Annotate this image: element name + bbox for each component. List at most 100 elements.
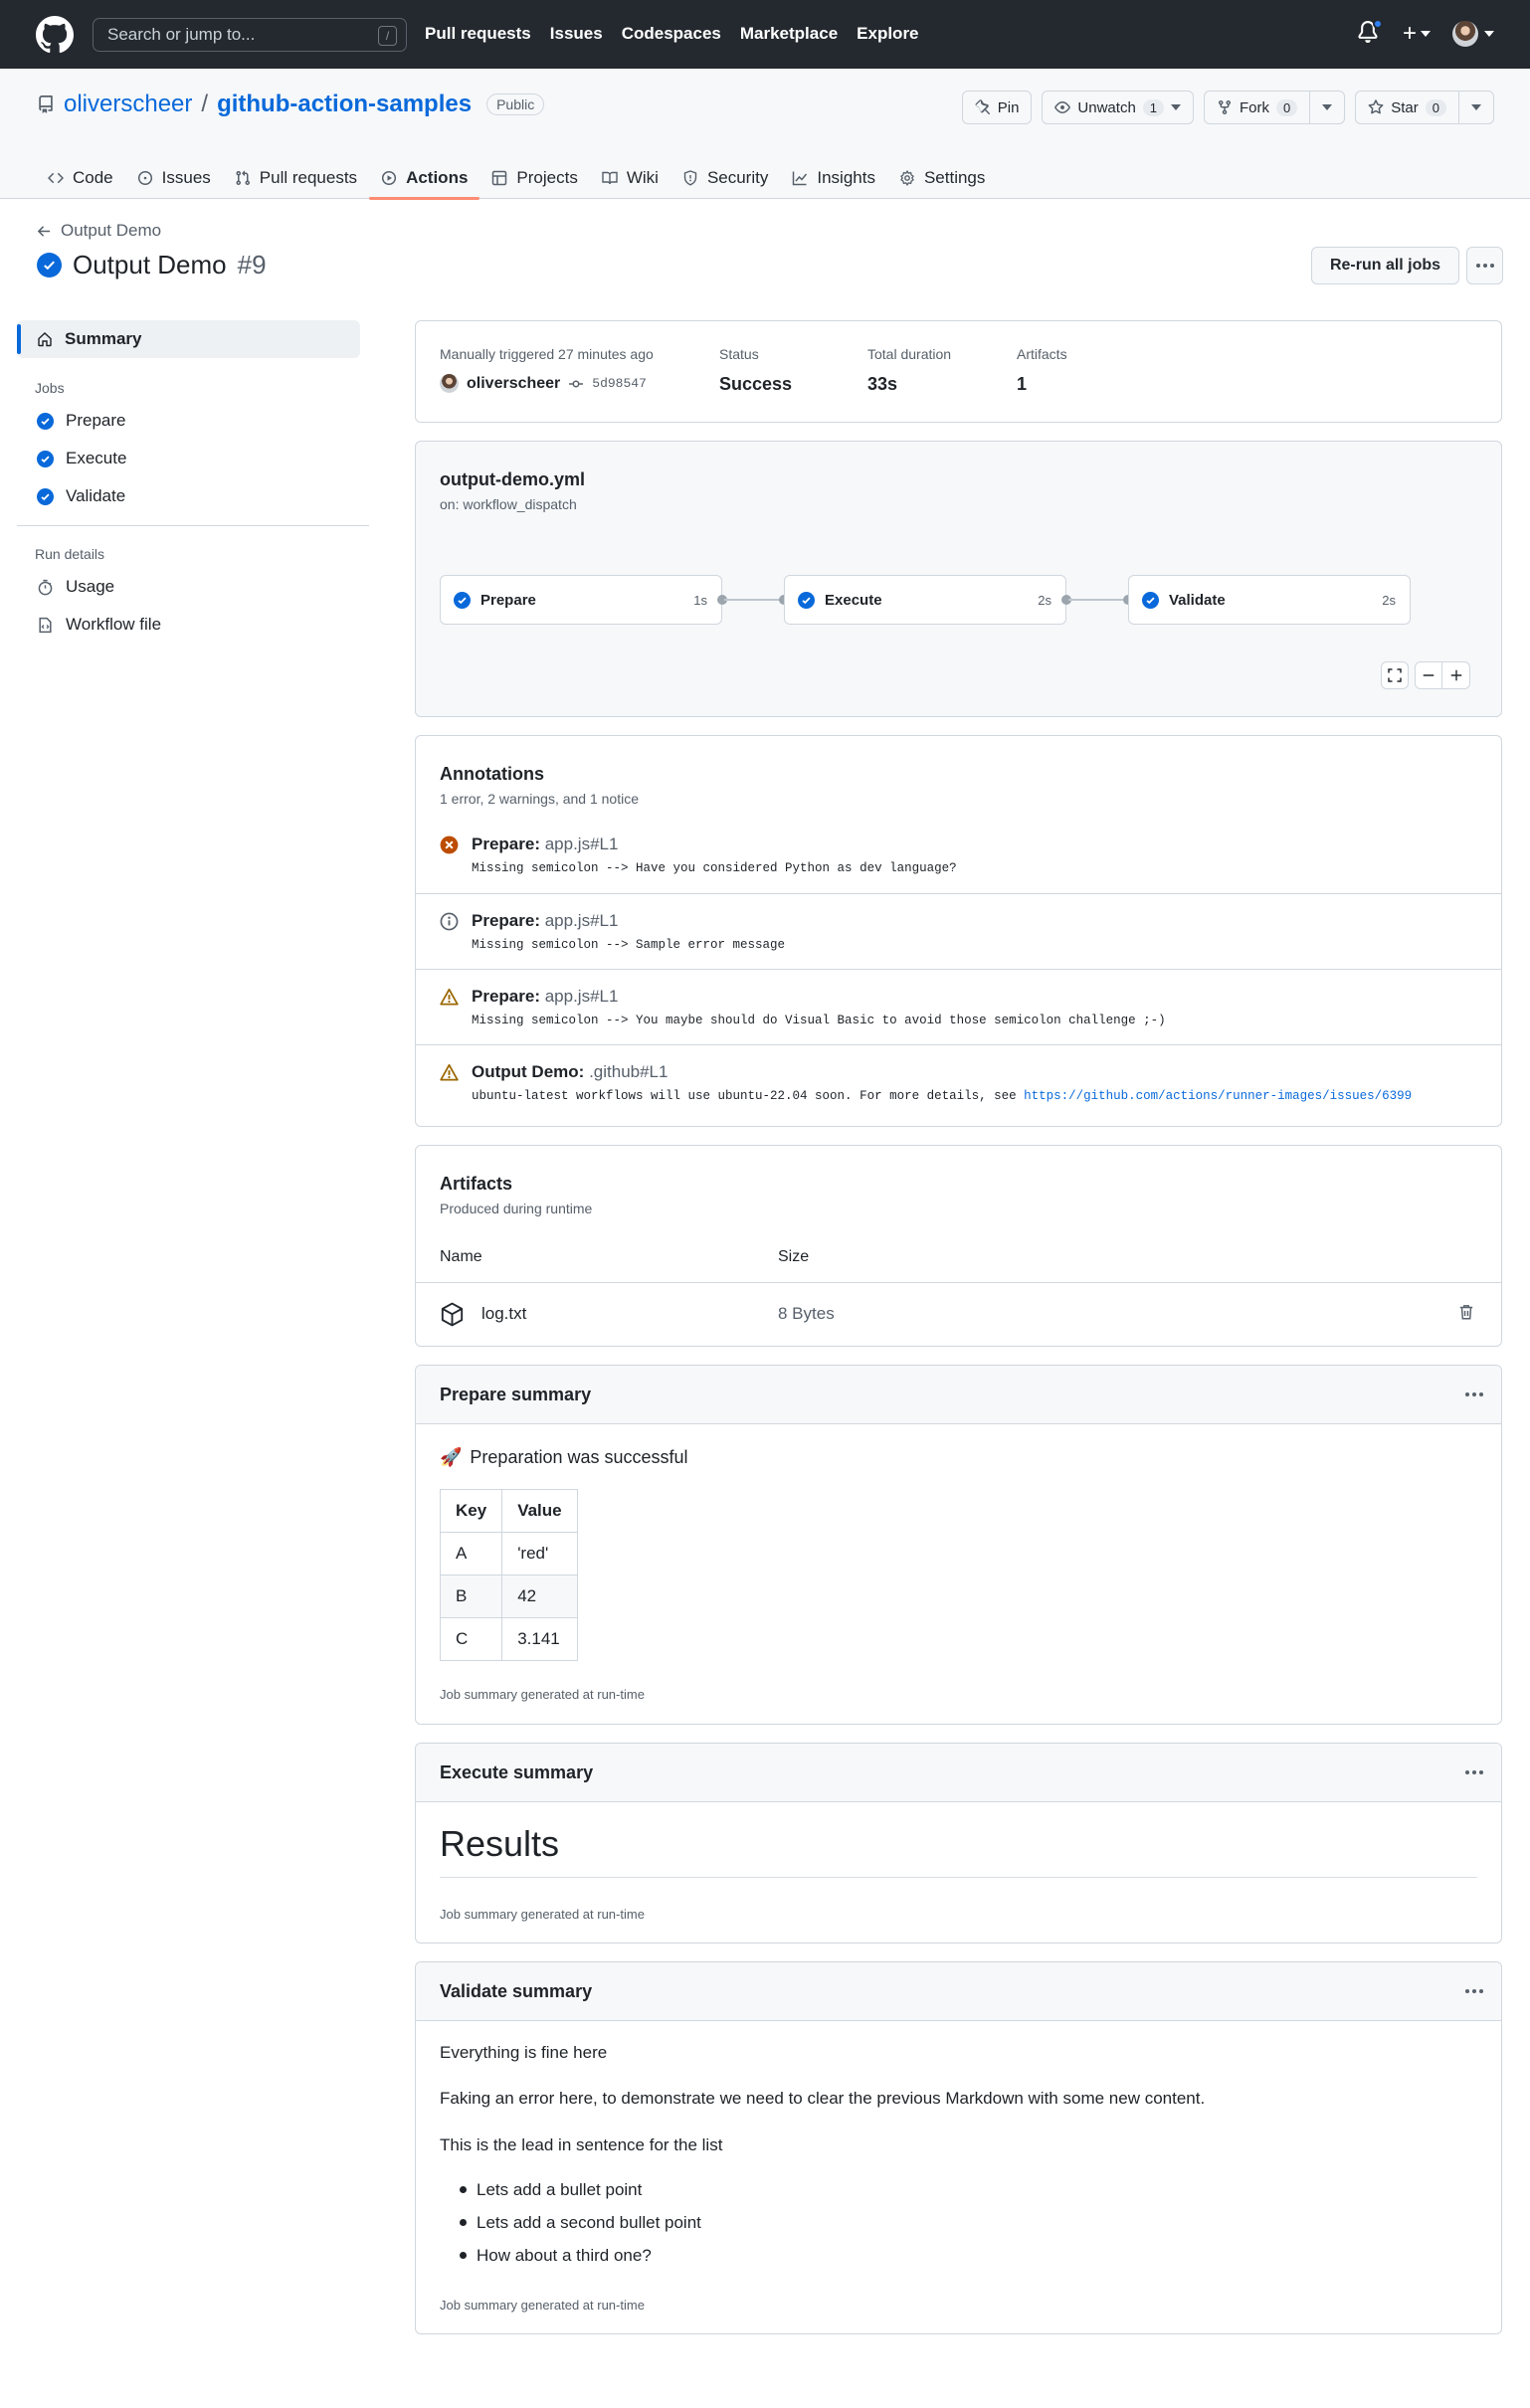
- fork-dropdown[interactable]: [1309, 92, 1344, 123]
- annotation-item-notice[interactable]: Prepare: app.js#L1 Missing semicolon -->…: [416, 893, 1501, 968]
- more-options-button[interactable]: [1466, 247, 1503, 284]
- summary-footer: Job summary generated at run-time: [440, 1687, 645, 1702]
- user-menu-button[interactable]: [1452, 21, 1494, 47]
- sidebar-item-workflow-file[interactable]: Workflow file: [17, 606, 369, 644]
- commit-sha-link[interactable]: 5d98547: [592, 376, 647, 391]
- annotation-message: Missing semicolon --> You maybe should d…: [472, 1014, 1166, 1027]
- kebab-dot: [1472, 1989, 1476, 1993]
- unwatch-label: Unwatch: [1077, 98, 1136, 116]
- sidebar-item-job-prepare[interactable]: Prepare: [17, 402, 369, 440]
- repo-title: oliverscheer / github-action-samples Pub…: [37, 91, 545, 118]
- annotation-path[interactable]: app.js#L1: [545, 987, 619, 1006]
- job-node-prepare[interactable]: Prepare 1s: [440, 575, 722, 625]
- notifications-button[interactable]: [1357, 19, 1383, 48]
- annotations-subtitle: 1 error, 2 warnings, and 1 notice: [440, 791, 640, 807]
- unwatch-button[interactable]: Unwatch 1: [1042, 91, 1195, 124]
- pin-icon: [975, 99, 990, 115]
- nav-marketplace[interactable]: Marketplace: [740, 24, 838, 44]
- artifact-size: 8 Bytes: [778, 1304, 835, 1323]
- back-link-label: Output Demo: [61, 221, 162, 240]
- plus-icon: +: [1402, 20, 1417, 47]
- tab-code[interactable]: Code: [36, 157, 125, 199]
- nav-issues[interactable]: Issues: [550, 24, 603, 44]
- artifacts-count-label: Artifacts: [1017, 346, 1067, 362]
- tab-projects[interactable]: Projects: [479, 157, 589, 199]
- summary-title: Execute summary: [440, 1761, 594, 1782]
- annotation-link[interactable]: https://github.com/actions/runner-images…: [1024, 1089, 1412, 1103]
- zoom-in-button[interactable]: [1442, 661, 1470, 689]
- annotation-path[interactable]: .github#L1: [589, 1062, 668, 1081]
- job-node-execute[interactable]: Execute 2s: [784, 575, 1066, 625]
- pin-button[interactable]: Pin: [961, 91, 1033, 124]
- annotation-path[interactable]: app.js#L1: [545, 911, 619, 930]
- summary-title: Prepare summary: [440, 1384, 592, 1404]
- run-number: #9: [237, 250, 267, 279]
- kebab-dot: [1482, 264, 1487, 268]
- job-duration: 2s: [1038, 592, 1052, 608]
- sidebar-item-job-validate[interactable]: Validate: [17, 477, 369, 515]
- rerun-all-jobs-button[interactable]: Re-run all jobs: [1311, 247, 1459, 284]
- table-icon: [492, 170, 507, 186]
- sidebar-item-summary[interactable]: Summary: [17, 320, 360, 358]
- annotation-header: Prepare: app.js#L1: [472, 834, 618, 854]
- summary-options-button[interactable]: [1465, 1989, 1483, 1993]
- repository-header: oliverscheer / github-action-samples Pub…: [0, 69, 1530, 200]
- tab-actions[interactable]: Actions: [369, 157, 480, 200]
- artifacts-title: Artifacts: [440, 1174, 513, 1194]
- trigger-text: Manually triggered 27 minutes ago: [440, 346, 654, 362]
- summary-options-button[interactable]: [1465, 1770, 1483, 1774]
- table-header-cell: Value: [501, 1489, 578, 1533]
- kebab-dot: [1479, 1392, 1483, 1396]
- nav-explore[interactable]: Explore: [857, 24, 918, 44]
- kebab-dot: [1489, 264, 1494, 268]
- search-input[interactable]: Search or jump to... /: [93, 18, 407, 52]
- create-new-button[interactable]: +: [1403, 20, 1431, 48]
- arrow-left-icon: [37, 225, 51, 237]
- list-item: Lets add a bullet point: [440, 2173, 701, 2206]
- repo-name-link[interactable]: github-action-samples: [217, 91, 472, 118]
- annotation-item-warning[interactable]: Output Demo: .github#L1 ubuntu-latest wo…: [416, 1044, 1501, 1119]
- commit-icon: [569, 380, 584, 387]
- summary-options-button[interactable]: [1465, 1392, 1483, 1396]
- annotation-item-error[interactable]: Prepare: app.js#L1 Missing semicolon -->…: [416, 818, 1501, 892]
- tab-wiki[interactable]: Wiki: [590, 157, 670, 199]
- artifact-name-link[interactable]: log.txt: [481, 1304, 526, 1324]
- code-icon: [48, 172, 64, 184]
- fork-icon: [1219, 100, 1232, 115]
- tab-issues[interactable]: Issues: [125, 157, 223, 199]
- info-icon: [440, 912, 459, 931]
- star-button[interactable]: Star 0: [1355, 91, 1494, 124]
- duration-info: Total duration 33s: [867, 346, 951, 395]
- tab-pull-requests[interactable]: Pull requests: [223, 157, 369, 199]
- fullscreen-button[interactable]: [1381, 661, 1409, 689]
- github-logo-icon[interactable]: [36, 16, 74, 54]
- tab-label: Projects: [516, 168, 578, 187]
- tab-insights[interactable]: Insights: [780, 157, 887, 199]
- job-node-validate[interactable]: Validate 2s: [1128, 575, 1411, 625]
- sidebar-item-job-execute[interactable]: Execute: [17, 440, 369, 477]
- summary-paragraph: Faking an error here, to demonstrate we …: [440, 2089, 1206, 2108]
- trash-icon[interactable]: [1457, 1303, 1475, 1321]
- annotation-item-warning[interactable]: Prepare: app.js#L1 Missing semicolon -->…: [416, 969, 1501, 1043]
- zoom-out-button[interactable]: [1415, 661, 1442, 689]
- search-shortcut-key: /: [378, 26, 397, 46]
- nav-codespaces[interactable]: Codespaces: [622, 24, 721, 44]
- summary-table: Key Value A 'red' B 42 C 3.141: [439, 1489, 578, 1661]
- artifacts-info: Artifacts 1: [1017, 346, 1067, 395]
- nav-pull-requests[interactable]: Pull requests: [425, 24, 531, 44]
- list-item: Lets add a second bullet point: [440, 2206, 701, 2239]
- star-dropdown[interactable]: [1458, 92, 1493, 123]
- fork-button[interactable]: Fork 0: [1204, 91, 1346, 124]
- tab-settings[interactable]: Settings: [887, 157, 997, 199]
- repo-owner-link[interactable]: oliverscheer: [64, 91, 192, 118]
- sidebar-item-usage[interactable]: Usage: [17, 568, 369, 606]
- annotation-job: Prepare:: [472, 911, 540, 930]
- tab-security[interactable]: Security: [670, 157, 780, 199]
- execute-summary-card: Execute summary Results Job summary gene…: [415, 1743, 1502, 1944]
- annotation-path[interactable]: app.js#L1: [545, 834, 619, 853]
- column-header-size: Size: [778, 1248, 810, 1265]
- back-to-workflow-link[interactable]: Output Demo: [37, 221, 161, 241]
- alert-triangle-icon: [440, 988, 459, 1006]
- actor-link[interactable]: oliverscheer: [467, 375, 560, 393]
- workflow-file-name[interactable]: output-demo.yml: [440, 469, 585, 490]
